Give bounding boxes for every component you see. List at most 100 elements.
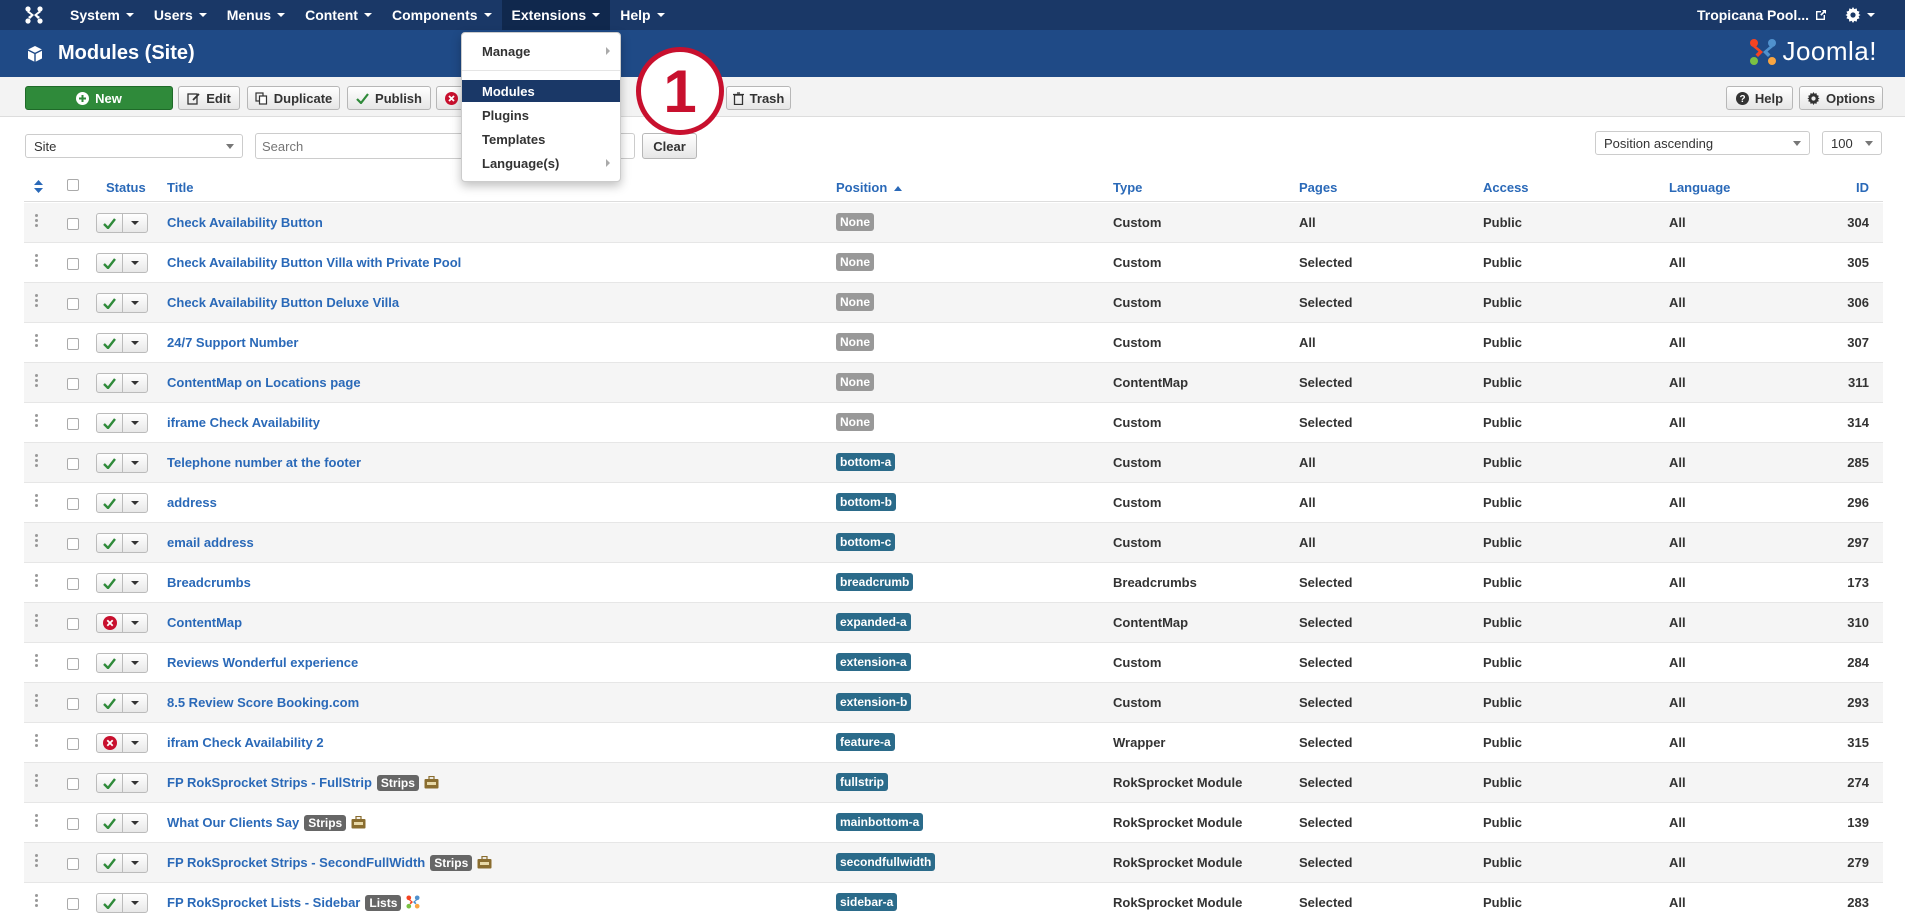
drag-handle-icon[interactable] bbox=[35, 254, 38, 269]
menu-item-plugins[interactable]: Plugins bbox=[462, 104, 620, 126]
status-toggle[interactable] bbox=[96, 373, 148, 393]
status-dropdown-toggle[interactable] bbox=[123, 454, 147, 472]
menu-help[interactable]: Help bbox=[610, 0, 674, 30]
drag-handle-icon[interactable] bbox=[35, 214, 38, 229]
module-title-link[interactable]: ContentMap on Locations page bbox=[167, 375, 361, 390]
menu-components[interactable]: Components bbox=[382, 0, 502, 30]
drag-handle-icon[interactable] bbox=[35, 894, 38, 909]
access-column-header[interactable]: Access bbox=[1483, 180, 1529, 195]
module-title-link[interactable]: ifram Check Availability 2 bbox=[167, 735, 324, 750]
module-title-link[interactable]: Reviews Wonderful experience bbox=[167, 655, 358, 670]
status-dropdown-toggle[interactable] bbox=[123, 614, 147, 632]
row-checkbox[interactable] bbox=[67, 298, 79, 310]
row-checkbox[interactable] bbox=[67, 898, 79, 910]
status-toggle[interactable] bbox=[96, 853, 148, 873]
published-check-icon[interactable] bbox=[97, 694, 123, 712]
drag-handle-icon[interactable] bbox=[35, 734, 38, 749]
status-toggle[interactable] bbox=[96, 813, 148, 833]
status-toggle[interactable] bbox=[96, 893, 148, 913]
menu-item-manage[interactable]: Manage bbox=[462, 40, 620, 62]
row-checkbox[interactable] bbox=[67, 738, 79, 750]
status-dropdown-toggle[interactable] bbox=[123, 534, 147, 552]
status-dropdown-toggle[interactable] bbox=[123, 334, 147, 352]
status-toggle[interactable] bbox=[96, 253, 148, 273]
drag-handle-icon[interactable] bbox=[35, 574, 38, 589]
menu-menus[interactable]: Menus bbox=[217, 0, 295, 30]
published-check-icon[interactable] bbox=[97, 574, 123, 592]
select-all-checkbox[interactable] bbox=[67, 179, 79, 194]
module-title-link[interactable]: ContentMap bbox=[167, 615, 242, 630]
status-dropdown-toggle[interactable] bbox=[123, 854, 147, 872]
status-toggle[interactable] bbox=[96, 613, 148, 633]
row-checkbox[interactable] bbox=[67, 498, 79, 510]
module-title-link[interactable]: email address bbox=[167, 535, 254, 550]
options-button[interactable]: Options bbox=[1799, 86, 1883, 110]
status-toggle[interactable] bbox=[96, 413, 148, 433]
module-title-link[interactable]: 8.5 Review Score Booking.com bbox=[167, 695, 359, 710]
row-checkbox[interactable] bbox=[67, 818, 79, 830]
joomla-logo-icon[interactable] bbox=[20, 0, 48, 30]
status-toggle[interactable] bbox=[96, 693, 148, 713]
ordering-select[interactable]: Position ascending bbox=[1595, 131, 1810, 155]
drag-handle-icon[interactable] bbox=[35, 374, 38, 389]
module-title-link[interactable]: Check Availability Button bbox=[167, 215, 323, 230]
published-check-icon[interactable] bbox=[97, 494, 123, 512]
module-title-link[interactable]: FP RokSprocket Lists - Sidebar bbox=[167, 895, 360, 910]
published-check-icon[interactable] bbox=[97, 294, 123, 312]
menu-content[interactable]: Content bbox=[295, 0, 382, 30]
status-toggle[interactable] bbox=[96, 493, 148, 513]
status-dropdown-toggle[interactable] bbox=[123, 814, 147, 832]
limit-select[interactable]: 100 bbox=[1822, 131, 1882, 155]
status-toggle[interactable] bbox=[96, 573, 148, 593]
site-link[interactable]: Tropicana Pool... bbox=[1697, 7, 1827, 23]
menu-item-languages[interactable]: Language(s) bbox=[462, 152, 620, 174]
module-title-link[interactable]: Check Availability Button Villa with Pri… bbox=[167, 255, 461, 270]
row-checkbox[interactable] bbox=[67, 378, 79, 390]
status-dropdown-toggle[interactable] bbox=[123, 294, 147, 312]
title-column-header[interactable]: Title bbox=[167, 180, 194, 195]
menu-system[interactable]: System bbox=[60, 0, 144, 30]
publish-button[interactable]: Publish bbox=[347, 86, 431, 110]
unpublished-x-icon[interactable] bbox=[97, 734, 123, 752]
published-check-icon[interactable] bbox=[97, 814, 123, 832]
menu-item-templates[interactable]: Templates bbox=[462, 128, 620, 150]
row-checkbox[interactable] bbox=[67, 858, 79, 870]
status-toggle[interactable] bbox=[96, 213, 148, 233]
drag-handle-icon[interactable] bbox=[35, 854, 38, 869]
menu-extensions[interactable]: Extensions bbox=[501, 0, 611, 30]
row-checkbox[interactable] bbox=[67, 698, 79, 710]
trash-button[interactable]: Trash bbox=[726, 86, 791, 110]
row-checkbox[interactable] bbox=[67, 458, 79, 470]
drag-handle-icon[interactable] bbox=[35, 814, 38, 829]
status-dropdown-toggle[interactable] bbox=[123, 654, 147, 672]
user-settings-button[interactable] bbox=[1845, 7, 1875, 23]
status-toggle[interactable] bbox=[96, 453, 148, 473]
module-title-link[interactable]: What Our Clients Say bbox=[167, 815, 299, 830]
row-checkbox[interactable] bbox=[67, 258, 79, 270]
row-checkbox[interactable] bbox=[67, 538, 79, 550]
drag-handle-icon[interactable] bbox=[35, 694, 38, 709]
status-dropdown-toggle[interactable] bbox=[123, 214, 147, 232]
clear-button[interactable]: Clear bbox=[642, 133, 697, 159]
row-checkbox[interactable] bbox=[67, 618, 79, 630]
status-column-header[interactable]: Status bbox=[106, 180, 146, 195]
published-check-icon[interactable] bbox=[97, 254, 123, 272]
drag-handle-icon[interactable] bbox=[35, 334, 38, 349]
published-check-icon[interactable] bbox=[97, 214, 123, 232]
row-checkbox[interactable] bbox=[67, 778, 79, 790]
status-dropdown-toggle[interactable] bbox=[123, 574, 147, 592]
status-dropdown-toggle[interactable] bbox=[123, 894, 147, 912]
status-toggle[interactable] bbox=[96, 733, 148, 753]
client-select[interactable]: Site bbox=[25, 134, 243, 158]
drag-handle-icon[interactable] bbox=[35, 494, 38, 509]
duplicate-button[interactable]: Duplicate bbox=[247, 86, 340, 110]
id-column-header[interactable]: ID bbox=[1856, 180, 1869, 195]
drag-handle-icon[interactable] bbox=[35, 614, 38, 629]
row-checkbox[interactable] bbox=[67, 218, 79, 230]
drag-handle-icon[interactable] bbox=[35, 534, 38, 549]
position-column-header[interactable]: Position bbox=[836, 180, 902, 195]
published-check-icon[interactable] bbox=[97, 374, 123, 392]
edit-button[interactable]: Edit bbox=[178, 86, 240, 110]
drag-handle-icon[interactable] bbox=[35, 654, 38, 669]
published-check-icon[interactable] bbox=[97, 414, 123, 432]
